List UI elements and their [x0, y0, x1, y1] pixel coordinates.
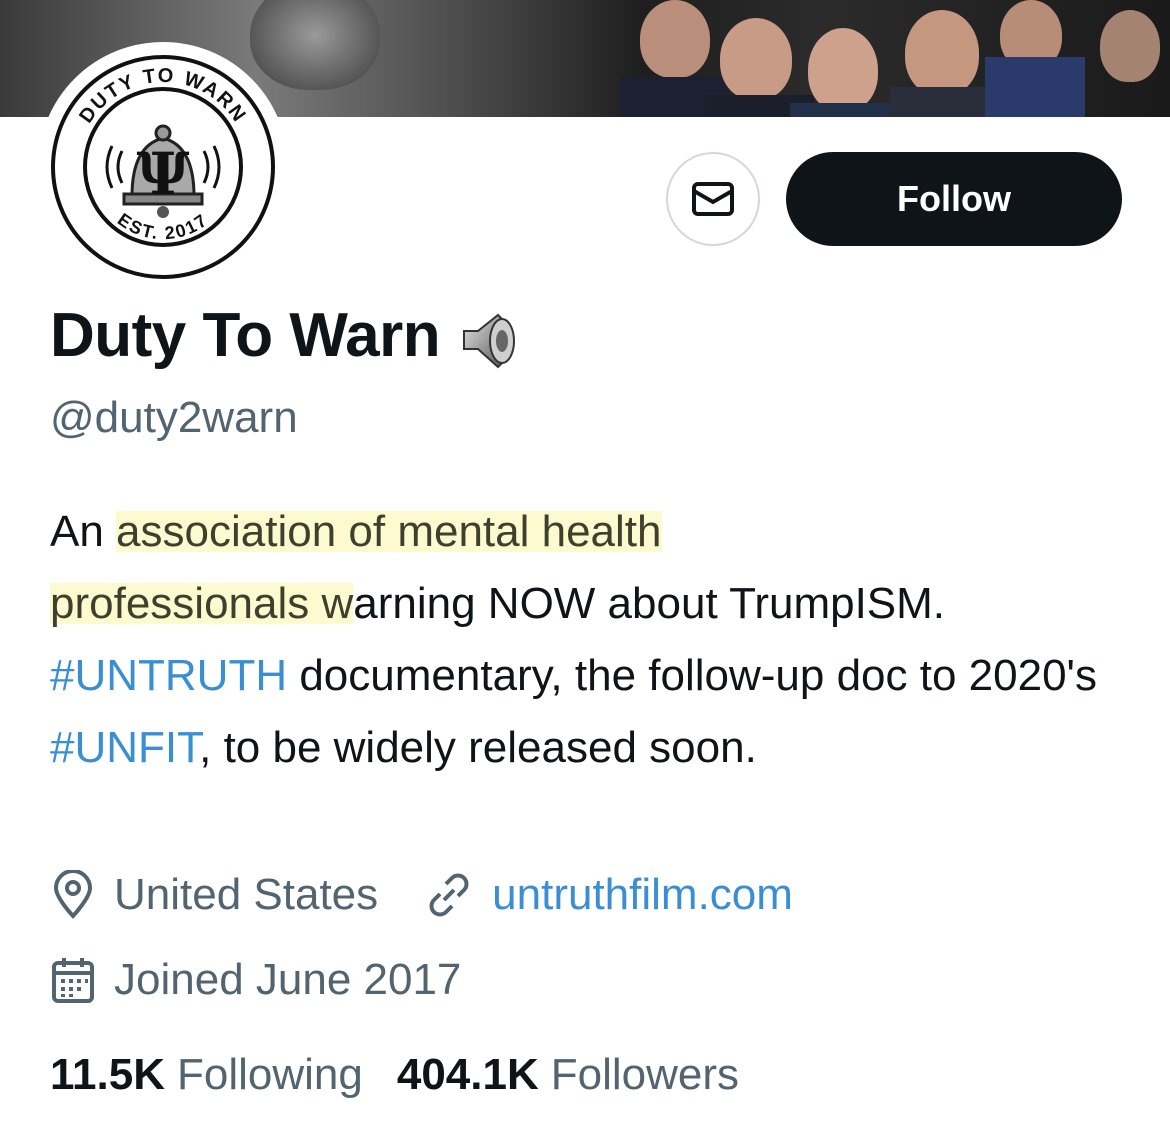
location-pin-icon [53, 870, 93, 919]
following-label: Following [176, 1050, 363, 1099]
duty-to-warn-logo: DUTY TO WARN EST. 2017 Ψ [51, 55, 275, 279]
bio-highlighted-text: professionals w [50, 579, 354, 628]
calendar-icon [52, 958, 94, 1003]
bio-highlighted-text: association of mental health [116, 507, 662, 556]
profile-stats: 11.5K Following 404.1K Followers [50, 1050, 773, 1100]
bio-text: documentary, the follow-up doc to 2020's [287, 651, 1097, 700]
bio-text: , to be widely released soon. [199, 723, 757, 772]
profile-display-name: Duty To Warn [50, 301, 441, 370]
bio-text: An [50, 507, 117, 556]
link-icon [429, 873, 469, 917]
profile-handle: @duty2warn [50, 393, 298, 442]
speaker-icon [463, 313, 516, 368]
envelope-icon [692, 182, 734, 216]
followers-stat[interactable]: 404.1K Followers [397, 1050, 739, 1100]
profile-bio: An association of mental health professi… [50, 496, 1130, 784]
followers-count: 404.1K [396, 1050, 539, 1099]
follow-button[interactable]: Follow [786, 152, 1122, 246]
profile-avatar[interactable]: DUTY TO WARN EST. 2017 Ψ [38, 42, 288, 292]
following-stat[interactable]: 11.5K Following [50, 1050, 363, 1100]
followers-label: Followers [550, 1050, 740, 1099]
profile-joined-date: Joined June 2017 [114, 955, 462, 1004]
svg-text:Ψ: Ψ [137, 140, 190, 208]
following-count: 11.5K [50, 1050, 165, 1099]
hashtag-link-untruth[interactable]: #UNTRUTH [50, 651, 287, 700]
profile-name-row: Duty To Warn [50, 300, 524, 371]
message-button[interactable] [666, 152, 760, 246]
profile-joined-row: Joined June 2017 [50, 955, 461, 1005]
bio-text: arning NOW about TrumpISM. [353, 579, 946, 628]
profile-location: United States [114, 870, 379, 919]
hashtag-link-unfit[interactable]: #UNFIT [50, 723, 199, 772]
profile-website-link[interactable]: untruthfilm.com [492, 870, 793, 920]
profile-meta-row: United States untruthfilm.com [50, 870, 793, 920]
